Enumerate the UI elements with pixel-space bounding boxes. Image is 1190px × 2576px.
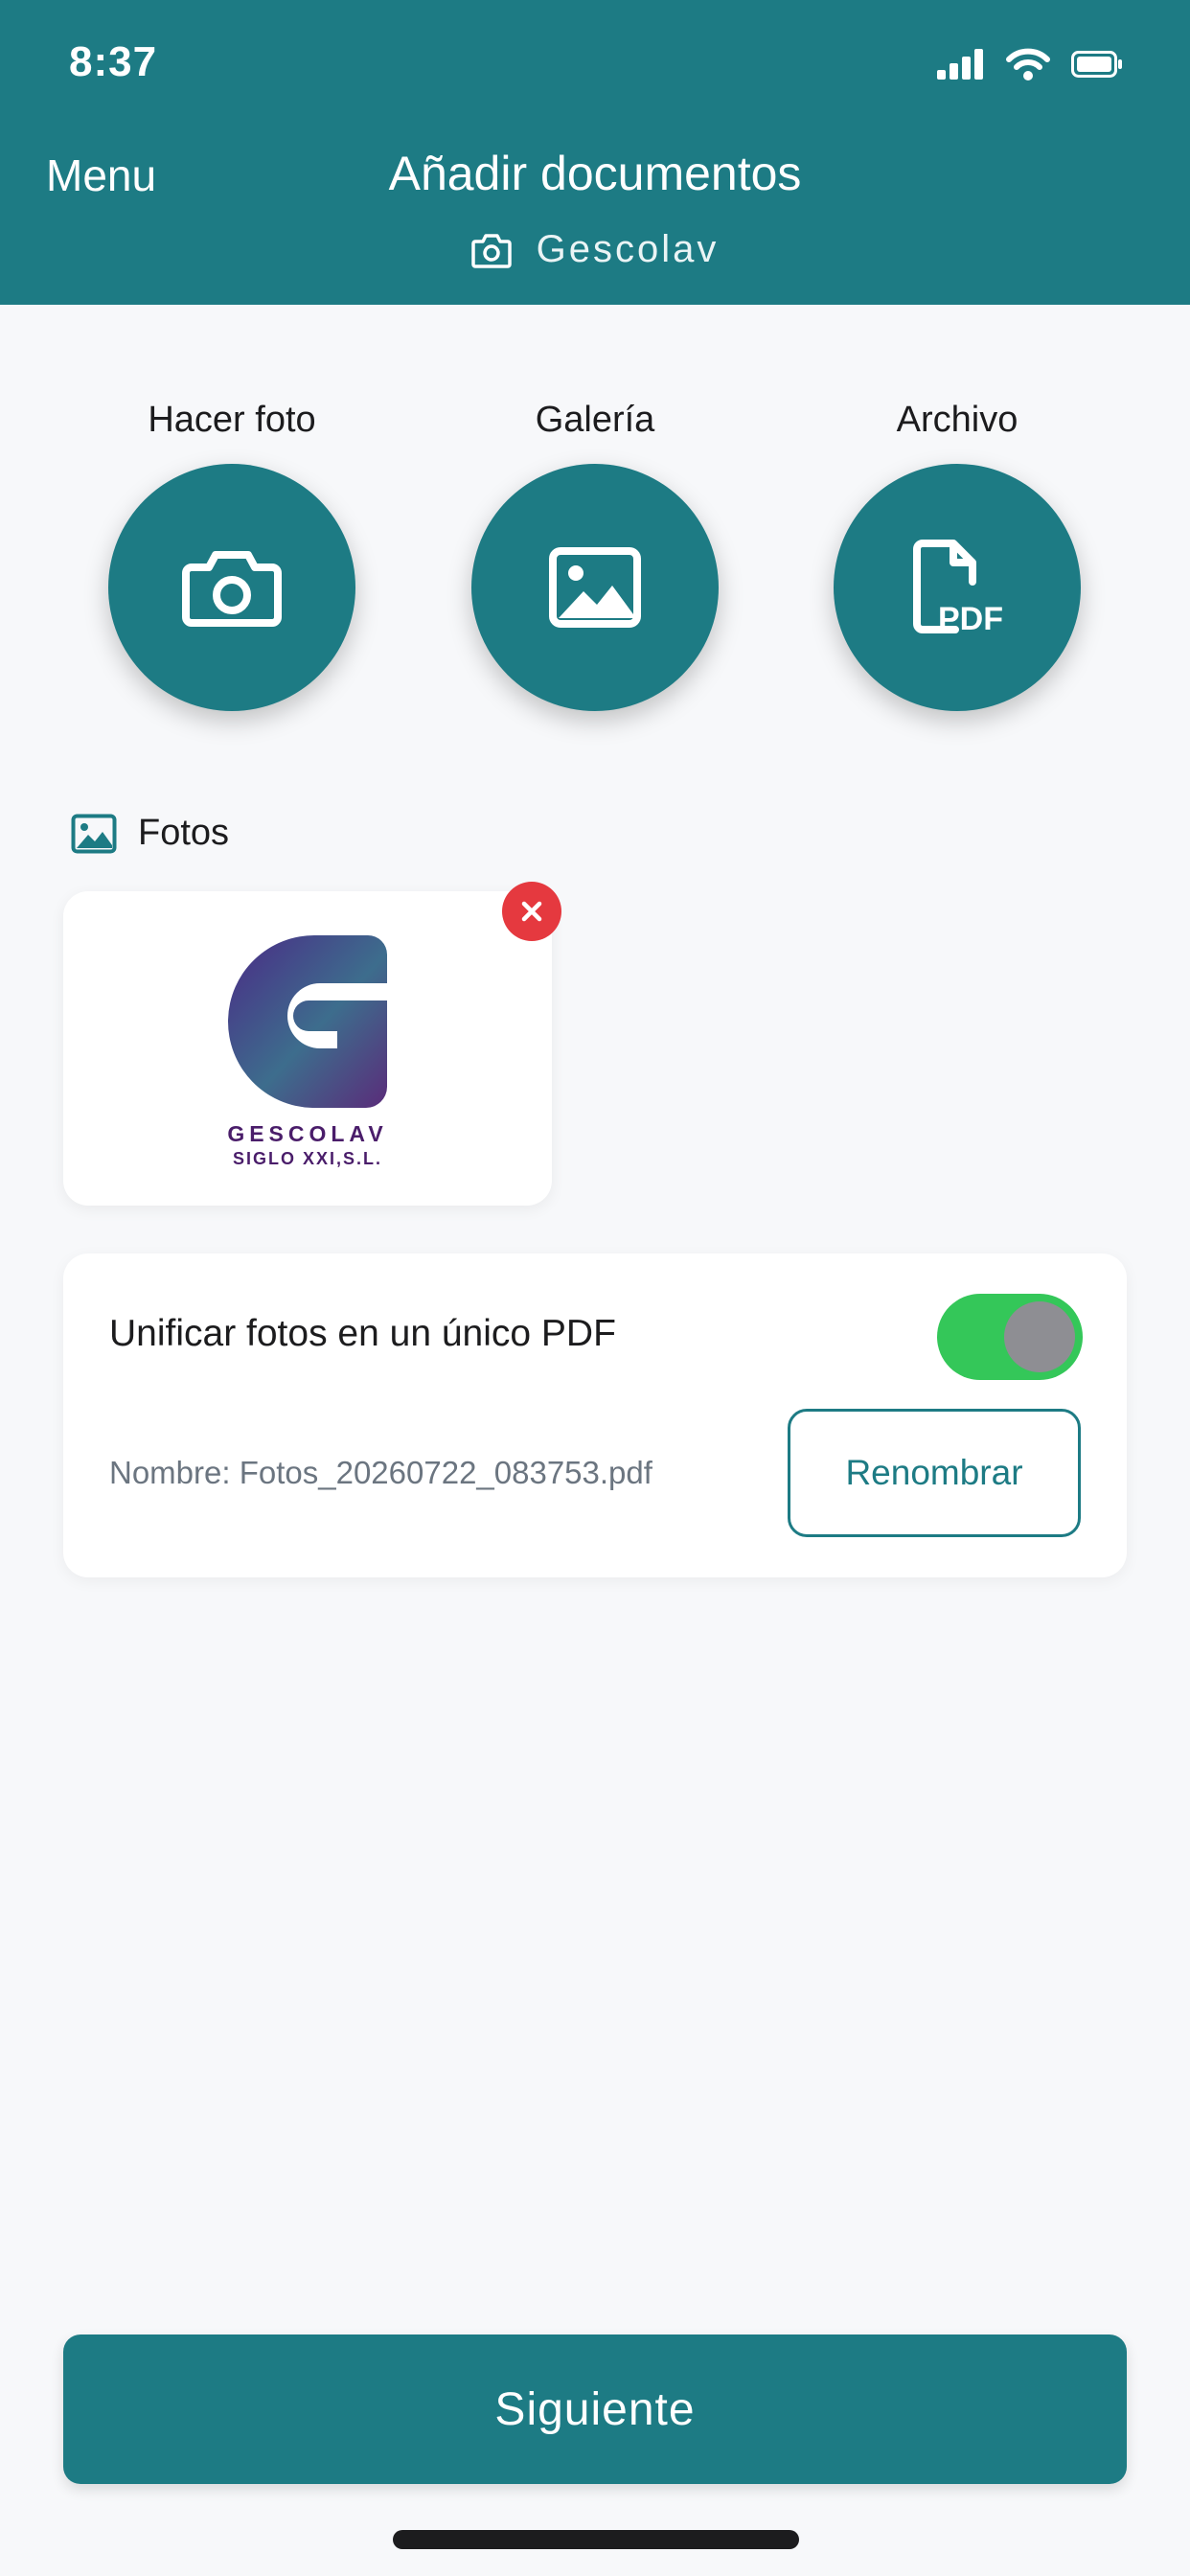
- svg-text:PDF: PDF: [938, 601, 1003, 635]
- remove-photo-button[interactable]: [502, 882, 561, 941]
- rename-button[interactable]: Renombrar: [788, 1409, 1081, 1537]
- gallery-action[interactable]: Galería: [470, 393, 720, 711]
- company-name: Gescolav: [536, 228, 720, 270]
- close-icon: [521, 901, 542, 922]
- camera-icon: [182, 551, 282, 627]
- photos-section-header: Fotos: [71, 813, 229, 854]
- take-photo-label: Hacer foto: [148, 400, 316, 440]
- pdf-file-name: Nombre: Fotos_20260722_083753.pdf: [109, 1455, 652, 1490]
- merge-pdf-label: Unificar fotos en un único PDF: [109, 1313, 616, 1354]
- next-button[interactable]: Siguiente: [63, 2334, 1127, 2484]
- status-time: 8:37: [69, 38, 158, 85]
- take-photo-action[interactable]: Hacer foto: [107, 393, 356, 711]
- camera-icon: [470, 233, 512, 268]
- merge-pdf-toggle[interactable]: [937, 1294, 1083, 1380]
- photo-thumbnail[interactable]: GESCOLAV SIGLO XXI,S.L.: [63, 891, 552, 1206]
- image-icon: [549, 547, 641, 628]
- file-button[interactable]: PDF: [834, 464, 1081, 711]
- header-subtitle: Gescolav: [0, 228, 1190, 271]
- pdf-file-icon: PDF: [913, 540, 1003, 635]
- take-photo-button[interactable]: [108, 464, 355, 711]
- file-label: Archivo: [896, 400, 1018, 440]
- logo-text-name: GESCOLAV: [227, 1121, 388, 1146]
- toggle-knob: [1004, 1301, 1075, 1372]
- status-icons: [937, 48, 1123, 80]
- cellular-signal-icon: [937, 49, 983, 80]
- company-logo: GESCOLAV SIGLO XXI,S.L.: [63, 933, 552, 1169]
- wifi-icon: [1006, 48, 1050, 80]
- gallery-button[interactable]: [471, 464, 719, 711]
- page-title: Añadir documentos: [388, 147, 802, 200]
- app-header: 8:37 Menu Añadir documentos Gescolav: [0, 0, 1190, 305]
- merge-pdf-card: Unificar fotos en un único PDF Nombre: F…: [63, 1254, 1127, 1577]
- battery-icon: [1071, 51, 1122, 78]
- gescolav-logo-mark: [228, 934, 387, 1108]
- logo-text-sub: SIGLO XXI,S.L.: [232, 1149, 383, 1168]
- home-indicator[interactable]: [393, 2530, 799, 2549]
- image-icon: [71, 814, 117, 853]
- file-action[interactable]: Archivo PDF: [833, 393, 1082, 711]
- photos-section-title: Fotos: [138, 813, 230, 853]
- gallery-label: Galería: [535, 400, 655, 440]
